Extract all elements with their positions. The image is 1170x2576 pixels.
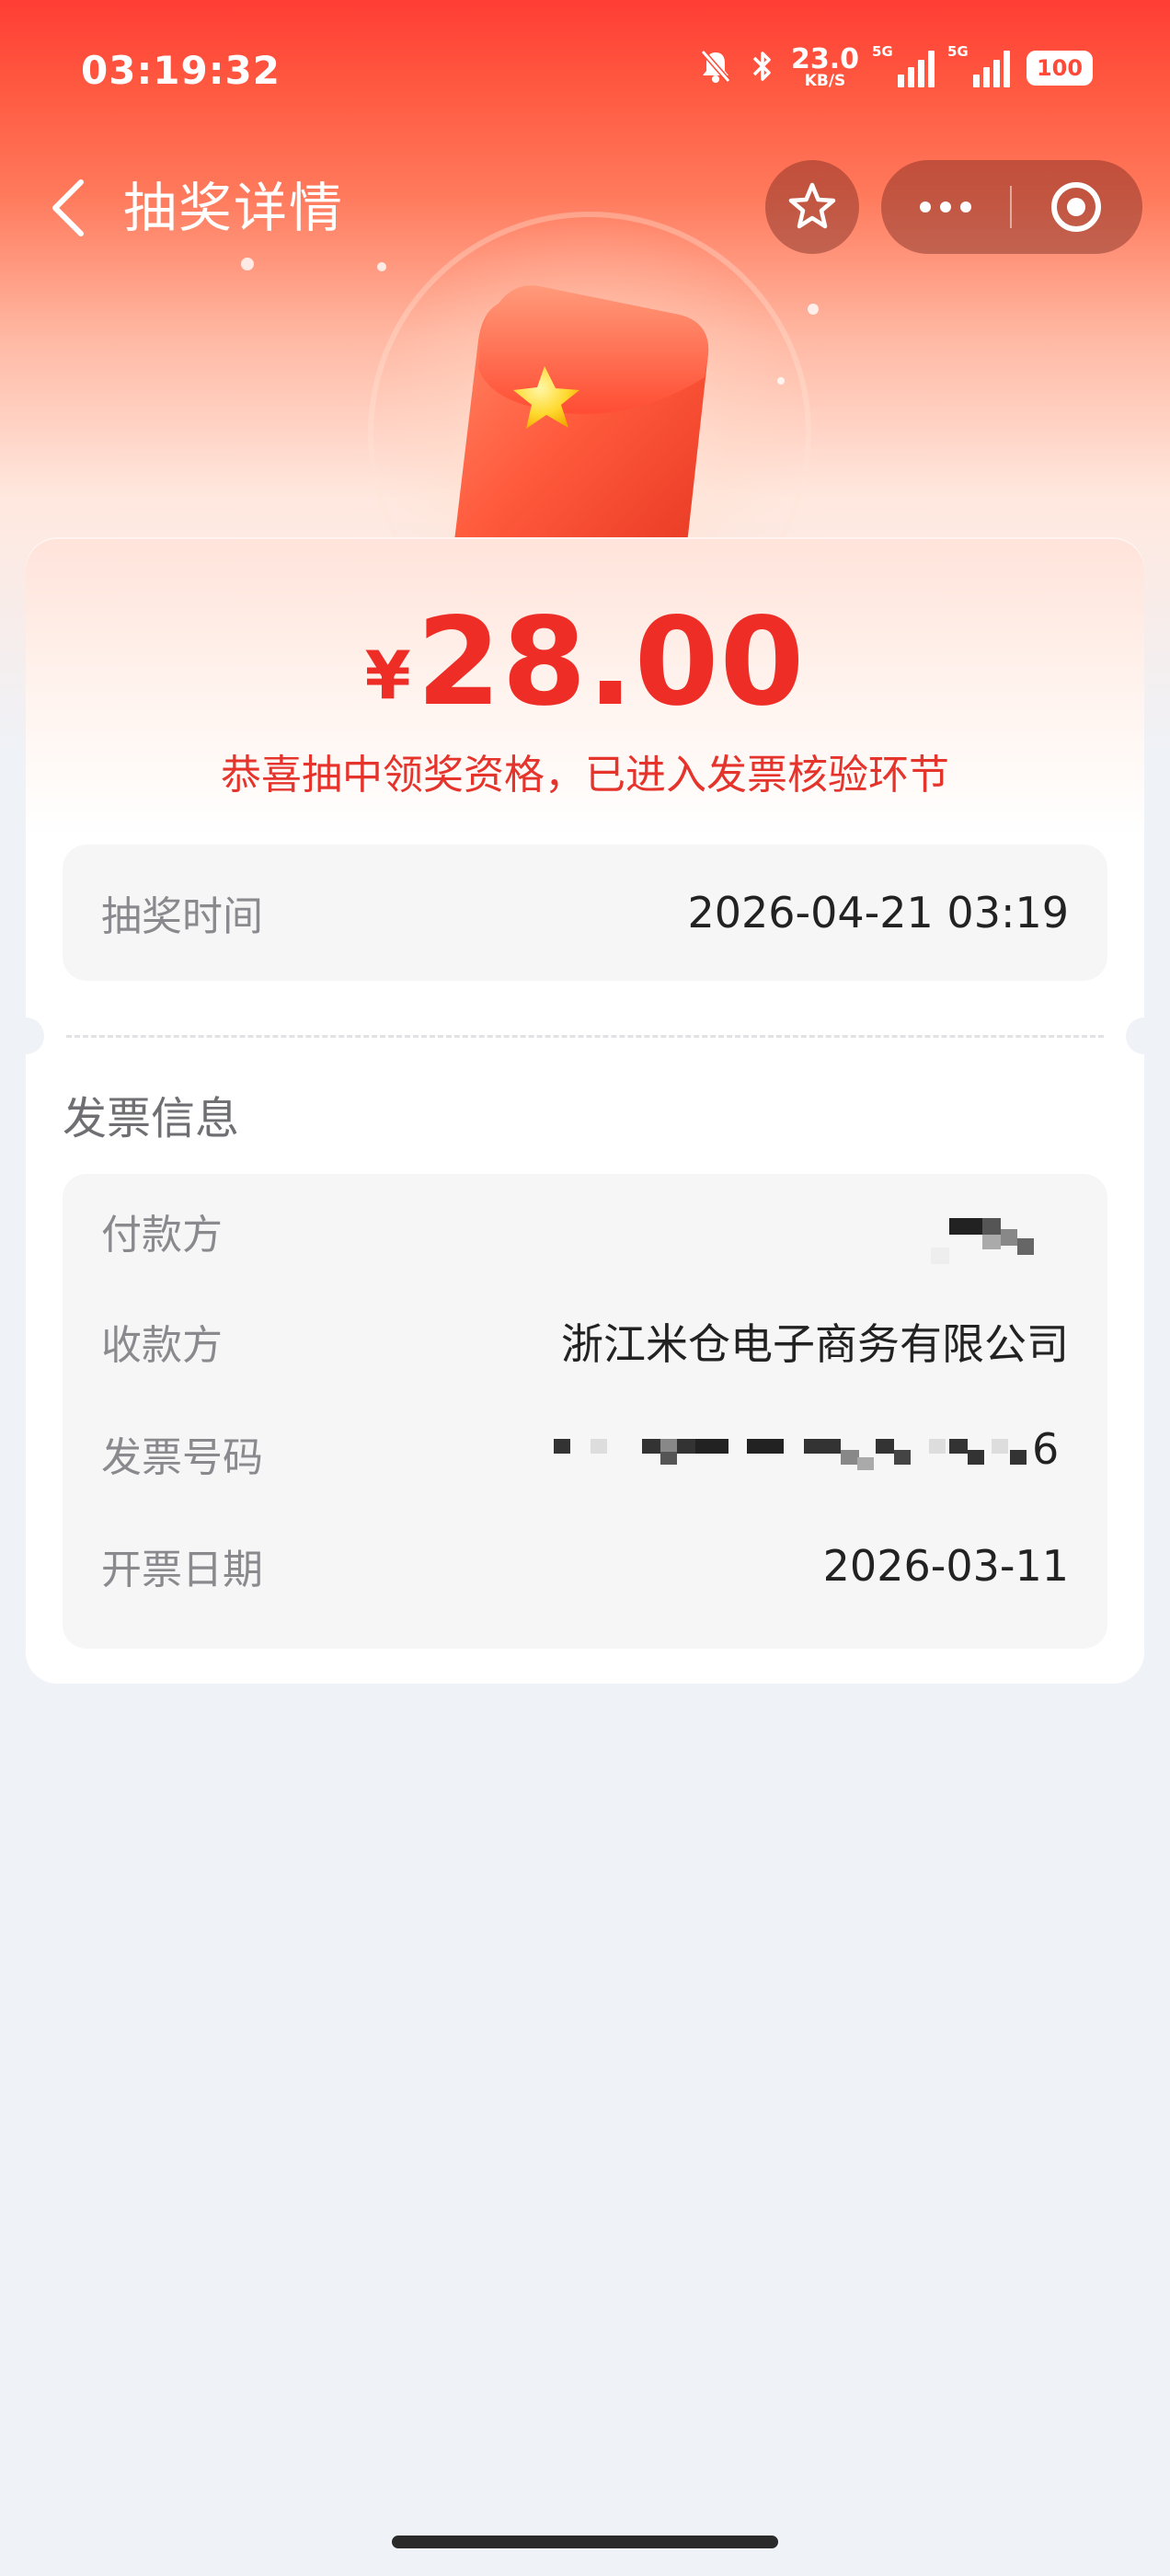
page-title: 抽奖详情 (123, 177, 345, 239)
prize-amount-value: 28.00 (416, 592, 806, 733)
sparkle-decoration (777, 377, 785, 385)
back-button[interactable] (40, 175, 96, 241)
invoice-row-date: 开票日期 2026-03-11 (101, 1527, 1069, 1604)
card-notch-left (7, 1018, 44, 1054)
network-speed-unit: KB/S (804, 72, 846, 90)
status-bar: 03:19:32 23.0 KB/S 5G 5G 100 (0, 0, 1170, 147)
prize-amount: ¥28.00 (26, 602, 1144, 723)
invoice-date-value: 2026-03-11 (822, 1541, 1069, 1591)
signal-icon: 5G (872, 43, 935, 87)
draw-time-row: 抽奖时间 2026-04-21 03:19 (63, 845, 1107, 981)
signal-label: 5G (947, 42, 969, 60)
target-icon (1051, 182, 1101, 232)
payer-value-redacted (922, 1192, 1069, 1270)
signal-icon: 5G (947, 43, 1010, 87)
payee-value: 浙江米仓电子商务有限公司 (561, 1319, 1069, 1369)
star-icon (788, 182, 836, 229)
invoice-section-title: 发票信息 (63, 1093, 240, 1144)
status-icons: 23.0 KB/S 5G 5G 100 (697, 43, 1093, 89)
close-miniprogram-button[interactable] (1012, 160, 1141, 254)
currency-symbol: ¥ (364, 637, 411, 714)
sparkle-decoration (808, 304, 819, 315)
invoice-row-payer: 付款方 (101, 1192, 1069, 1270)
battery-icon: 100 (1027, 50, 1093, 86)
sparkle-decoration (377, 262, 386, 271)
more-dot-icon (940, 201, 951, 213)
invoice-row-payee: 收款方 浙江米仓电子商务有限公司 (101, 1303, 1069, 1380)
status-time: 03:19:32 (81, 48, 281, 93)
bell-muted-icon (697, 48, 734, 88)
payee-label: 收款方 (101, 1322, 223, 1369)
network-speed-value: 23.0 (790, 43, 859, 75)
prize-card: ¥28.00 恭喜抽中领奖资格，已进入发票核验环节 抽奖时间 2026-04-2… (7, 537, 1163, 1684)
signal-label: 5G (872, 42, 893, 60)
invoice-date-label: 开票日期 (101, 1547, 263, 1593)
sparkle-decoration (241, 258, 254, 270)
draw-time-value: 2026-04-21 03:19 (687, 888, 1069, 937)
favorite-button[interactable] (765, 160, 859, 254)
more-dot-icon (960, 201, 971, 213)
red-packet-icon (453, 285, 709, 552)
congrats-message: 恭喜抽中领奖资格，已进入发票核验环节 (221, 752, 949, 799)
draw-time-label: 抽奖时间 (101, 893, 263, 940)
invoice-row-number: 发票号码 6 (101, 1415, 1069, 1492)
network-speed: 23.0 KB/S (791, 46, 859, 89)
payer-label: 付款方 (101, 1212, 223, 1259)
more-button[interactable] (881, 160, 1010, 254)
more-dot-icon (920, 201, 931, 213)
invoice-number-value-redacted: 6 (554, 1415, 1069, 1492)
mini-program-capsule (881, 160, 1142, 254)
bluetooth-icon (751, 48, 774, 88)
invoice-number-label: 发票号码 (101, 1434, 263, 1481)
dashed-divider (66, 1035, 1104, 1038)
card-notch-right (1126, 1018, 1163, 1054)
home-indicator[interactable] (392, 2536, 778, 2548)
invoice-info-box: 付款方 收款方 浙江米仓电子商务有限公司 发票号码 6 开票日期 2026-03… (63, 1174, 1107, 1649)
chevron-left-icon (52, 179, 84, 236)
